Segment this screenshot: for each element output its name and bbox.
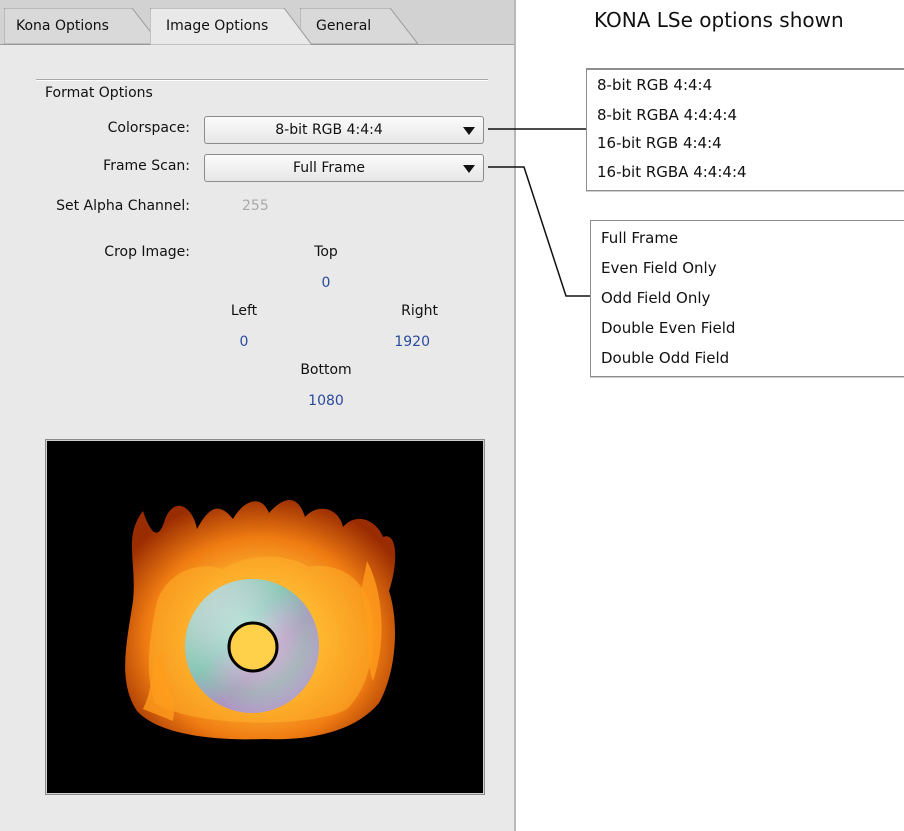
callout-connectors (488, 128, 590, 297)
tab-label: Image Options (166, 18, 269, 34)
tab-label: General (316, 18, 372, 34)
tab-label: Kona Options (16, 18, 109, 34)
